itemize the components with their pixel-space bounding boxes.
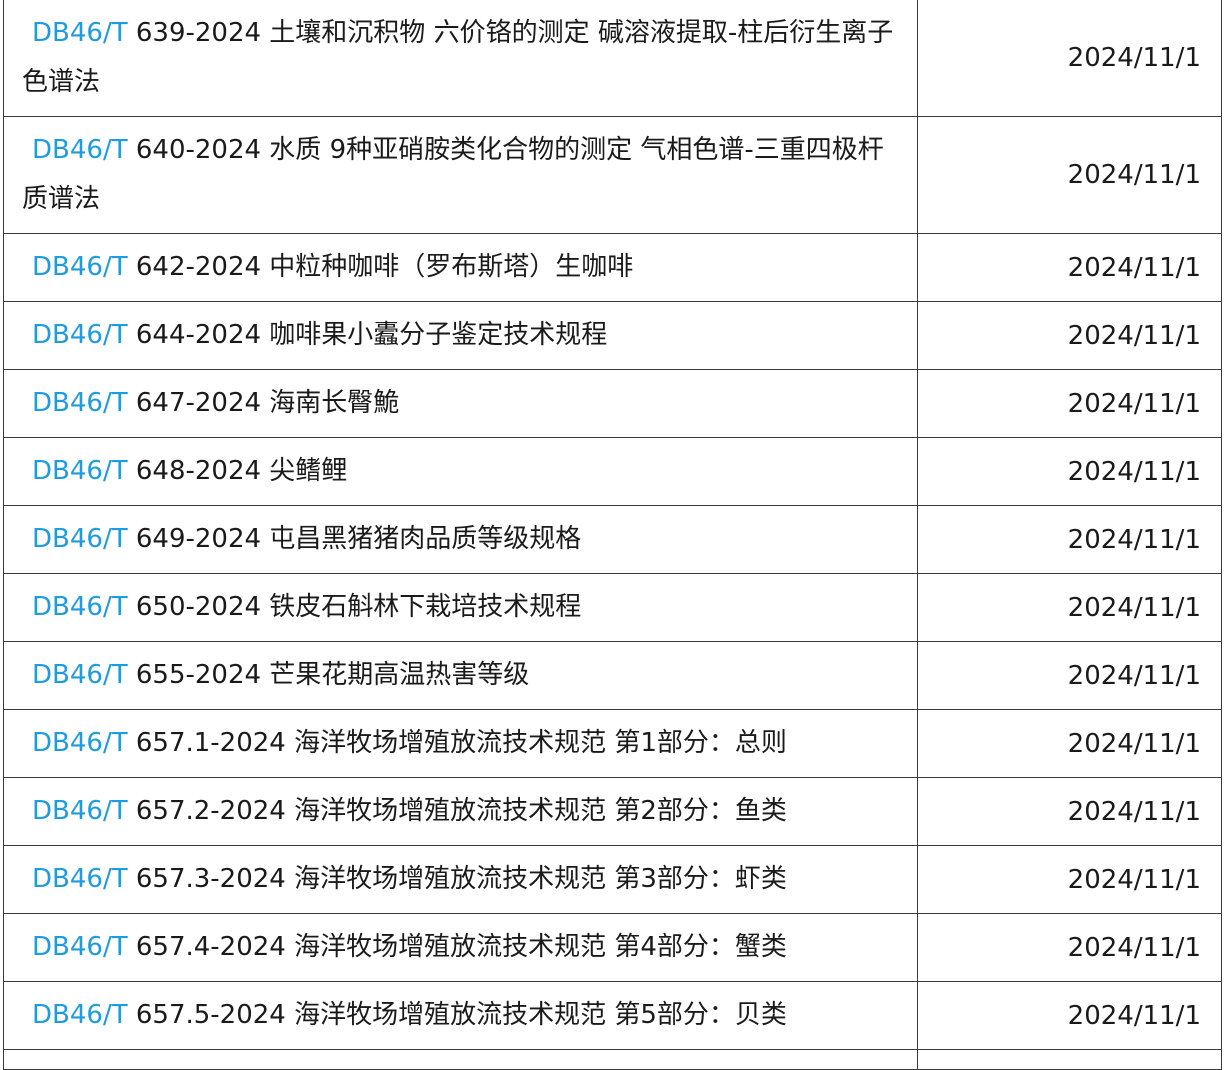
standard-title-cell: DB46/T 644-2024 咖啡果小蠹分子鉴定技术规程: [3, 301, 918, 370]
standards-table: DB46/T 639-2024 土壤和沉积物 六价铬的测定 碱溶液提取-柱后衍生…: [3, 0, 1222, 1070]
standard-code-link[interactable]: DB46/T: [32, 728, 128, 758]
table-row: DB46/T 657.5-2024 海洋牧场增殖放流技术规范 第5部分：贝类 2…: [3, 981, 1222, 1050]
standard-title-text: 642-2024 中粒种咖啡（罗布斯塔）生咖啡: [127, 252, 634, 282]
standard-title-cell: DB46/T 657.5-2024 海洋牧场增殖放流技术规范 第5部分：贝类: [3, 981, 918, 1050]
standard-title-text: 648-2024 尖鳍鲤: [127, 456, 348, 486]
standard-code-link[interactable]: DB46/T: [32, 135, 128, 165]
standard-code-link[interactable]: DB46/T: [32, 456, 128, 486]
table-row: DB46/T 647-2024 海南长臀鮠 2024/11/1: [3, 369, 1222, 438]
implementation-date: 2024/11/1: [917, 369, 1222, 438]
standard-title-text: 647-2024 海南长臀鮠: [127, 388, 400, 418]
partial-date-cell: [917, 1049, 1222, 1070]
table-row: DB46/T 640-2024 水质 9种亚硝胺类化合物的测定 气相色谱-三重四…: [3, 116, 1222, 234]
table-row: DB46/T 649-2024 屯昌黑猪猪肉品质等级规格 2024/11/1: [3, 505, 1222, 574]
implementation-date: 2024/11/1: [917, 437, 1222, 506]
table-row: DB46/T 648-2024 尖鳍鲤 2024/11/1: [3, 437, 1222, 506]
standard-title-text: 657.1-2024 海洋牧场增殖放流技术规范 第1部分：总则: [127, 728, 787, 758]
implementation-date: 2024/11/1: [917, 981, 1222, 1050]
standard-title-cell: DB46/T 642-2024 中粒种咖啡（罗布斯塔）生咖啡: [3, 233, 918, 302]
standard-title-cell: DB46/T 655-2024 芒果花期高温热害等级: [3, 641, 918, 710]
standard-title-cell: DB46/T 648-2024 尖鳍鲤: [3, 437, 918, 506]
standard-code-link[interactable]: DB46/T: [32, 932, 128, 962]
standard-code-link[interactable]: DB46/T: [32, 320, 128, 350]
table-row: DB46/T 642-2024 中粒种咖啡（罗布斯塔）生咖啡 2024/11/1: [3, 233, 1222, 302]
table-row: DB46/T 644-2024 咖啡果小蠹分子鉴定技术规程 2024/11/1: [3, 301, 1222, 370]
implementation-date: 2024/11/1: [917, 709, 1222, 778]
implementation-date: 2024/11/1: [917, 233, 1222, 302]
partial-title-cell: [3, 1049, 918, 1070]
table-row: DB46/T 650-2024 铁皮石斛林下栽培技术规程 2024/11/1: [3, 573, 1222, 642]
standard-title-text: 657.4-2024 海洋牧场增殖放流技术规范 第4部分：蟹类: [127, 932, 787, 962]
implementation-date: 2024/11/1: [917, 913, 1222, 982]
standard-code-link[interactable]: DB46/T: [32, 388, 128, 418]
standard-title-text: 657.2-2024 海洋牧场增殖放流技术规范 第2部分：鱼类: [127, 796, 787, 826]
standard-title-text: 640-2024 水质 9种亚硝胺类化合物的测定 气相色谱-三重四极杆质谱法: [22, 135, 884, 214]
implementation-date: 2024/11/1: [917, 777, 1222, 846]
implementation-date: 2024/11/1: [917, 301, 1222, 370]
standard-title-cell: DB46/T 657.1-2024 海洋牧场增殖放流技术规范 第1部分：总则: [3, 709, 918, 778]
standard-title-text: 639-2024 土壤和沉积物 六价铬的测定 碱溶液提取-柱后衍生离子色谱法: [22, 18, 894, 97]
table-row: DB46/T 655-2024 芒果花期高温热害等级 2024/11/1: [3, 641, 1222, 710]
table-row: DB46/T 639-2024 土壤和沉积物 六价铬的测定 碱溶液提取-柱后衍生…: [3, 0, 1222, 117]
standard-code-link[interactable]: DB46/T: [32, 18, 128, 48]
standard-code-link[interactable]: DB46/T: [32, 796, 128, 826]
implementation-date: 2024/11/1: [917, 641, 1222, 710]
standards-table-body: DB46/T 639-2024 土壤和沉积物 六价铬的测定 碱溶液提取-柱后衍生…: [3, 0, 1222, 1070]
table-row-partial: [3, 1049, 1222, 1070]
standard-title-cell: DB46/T 650-2024 铁皮石斛林下栽培技术规程: [3, 573, 918, 642]
standard-title-cell: DB46/T 657.4-2024 海洋牧场增殖放流技术规范 第4部分：蟹类: [3, 913, 918, 982]
implementation-date: 2024/11/1: [917, 573, 1222, 642]
table-row: DB46/T 657.3-2024 海洋牧场增殖放流技术规范 第3部分：虾类 2…: [3, 845, 1222, 914]
standard-code-link[interactable]: DB46/T: [32, 252, 128, 282]
standard-title-text: 650-2024 铁皮石斛林下栽培技术规程: [127, 592, 582, 622]
standard-title-cell: DB46/T 639-2024 土壤和沉积物 六价铬的测定 碱溶液提取-柱后衍生…: [3, 0, 918, 117]
table-row: DB46/T 657.2-2024 海洋牧场增殖放流技术规范 第2部分：鱼类 2…: [3, 777, 1222, 846]
standard-code-link[interactable]: DB46/T: [32, 524, 128, 554]
table-row: DB46/T 657.4-2024 海洋牧场增殖放流技术规范 第4部分：蟹类 2…: [3, 913, 1222, 982]
implementation-date: 2024/11/1: [917, 505, 1222, 574]
standard-code-link[interactable]: DB46/T: [32, 660, 128, 690]
implementation-date: 2024/11/1: [917, 0, 1222, 117]
standard-title-cell: DB46/T 649-2024 屯昌黑猪猪肉品质等级规格: [3, 505, 918, 574]
standard-title-text: 657.3-2024 海洋牧场增殖放流技术规范 第3部分：虾类: [127, 864, 787, 894]
standard-code-link[interactable]: DB46/T: [32, 864, 128, 894]
standard-title-cell: DB46/T 657.2-2024 海洋牧场增殖放流技术规范 第2部分：鱼类: [3, 777, 918, 846]
standard-title-cell: DB46/T 640-2024 水质 9种亚硝胺类化合物的测定 气相色谱-三重四…: [3, 116, 918, 234]
standard-title-text: 655-2024 芒果花期高温热害等级: [127, 660, 530, 690]
standard-code-link[interactable]: DB46/T: [32, 592, 128, 622]
standard-title-cell: DB46/T 657.3-2024 海洋牧场增殖放流技术规范 第3部分：虾类: [3, 845, 918, 914]
table-row: DB46/T 657.1-2024 海洋牧场增殖放流技术规范 第1部分：总则 2…: [3, 709, 1222, 778]
implementation-date: 2024/11/1: [917, 116, 1222, 234]
standard-title-cell: DB46/T 647-2024 海南长臀鮠: [3, 369, 918, 438]
standard-title-text: 657.5-2024 海洋牧场增殖放流技术规范 第5部分：贝类: [127, 1000, 787, 1030]
standard-code-link[interactable]: DB46/T: [32, 1000, 128, 1030]
standard-title-text: 644-2024 咖啡果小蠹分子鉴定技术规程: [127, 320, 608, 350]
implementation-date: 2024/11/1: [917, 845, 1222, 914]
standard-title-text: 649-2024 屯昌黑猪猪肉品质等级规格: [127, 524, 582, 554]
